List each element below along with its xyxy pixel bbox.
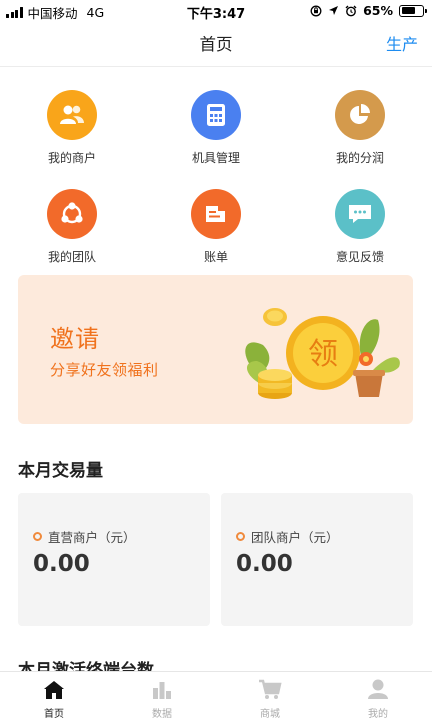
grid-item-team[interactable]: 我的团队 (0, 189, 144, 269)
card-label-text-team: 团队商户（元） (251, 530, 339, 545)
battery-fill (401, 7, 415, 14)
battery-percent: 65% (363, 3, 393, 18)
grid-label-merchants: 我的商户 (47, 151, 96, 165)
card-label-direct: 直营商户（元） (33, 527, 136, 546)
status-bar: 中国移动 4G 下午3:47 65% (0, 0, 432, 22)
grid-label-team: 我的团队 (47, 250, 96, 264)
coin-text: 领 (308, 337, 338, 372)
user-icon (324, 672, 432, 700)
rotation-lock-icon (310, 5, 322, 16)
banner-title: 邀请 (50, 325, 100, 353)
tab-label-mine: 我的 (368, 709, 388, 720)
grid-item-merchants[interactable]: 我的商户 (0, 90, 144, 170)
tab-label-home: 首页 (44, 709, 64, 720)
cart-icon (216, 672, 324, 700)
grid-label-terminals: 机具管理 (191, 151, 240, 165)
nav-bar: 首页 生产 (0, 22, 432, 62)
grid-item-terminals[interactable]: 机具管理 (144, 90, 288, 170)
card-value-team: 0.00 (236, 551, 293, 577)
status-right: 65% (310, 3, 427, 18)
calculator-icon (191, 90, 241, 140)
screen: 中国移动 4G 下午3:47 65% 首页 生产 我的商户 机具管理 我的分润 … (0, 0, 432, 720)
tab-data[interactable]: 数据 (108, 672, 216, 720)
pie-chart-icon (335, 90, 385, 140)
production-button[interactable]: 生产 (386, 31, 418, 55)
invite-banner[interactable]: 邀请 分享好友领福利 领 (18, 275, 413, 424)
merchants-icon (47, 90, 97, 140)
home-icon (0, 672, 108, 700)
tab-mall[interactable]: 商城 (216, 672, 324, 720)
banner-subtitle: 分享好友领福利 (50, 361, 159, 379)
grid-label-feedback: 意见反馈 (335, 250, 384, 264)
bar-chart-icon (108, 672, 216, 700)
grid-label-profit: 我的分润 (335, 151, 384, 165)
team-icon (47, 189, 97, 239)
battery-icon (399, 4, 427, 17)
section-title-monthly-volume: 本月交易量 (18, 461, 103, 481)
card-direct-merchants[interactable]: 直营商户（元） 0.00 (18, 493, 210, 626)
tab-home[interactable]: 首页 (0, 672, 108, 720)
coin-reward-illustration: 领 (245, 308, 400, 399)
page-title: 首页 (199, 35, 233, 54)
tab-bar: 首页 数据 商城 我的 (0, 671, 432, 720)
grid-item-feedback[interactable]: 意见反馈 (288, 189, 432, 269)
card-label-team: 团队商户（元） (236, 527, 339, 546)
tab-label-data: 数据 (152, 709, 172, 720)
card-team-merchants[interactable]: 团队商户（元） 0.00 (221, 493, 413, 626)
grid-item-profit[interactable]: 我的分润 (288, 90, 432, 170)
card-value-direct: 0.00 (33, 551, 90, 577)
grid-item-bill[interactable]: 账单 (144, 189, 288, 269)
bill-icon (191, 189, 241, 239)
tab-mine[interactable]: 我的 (324, 672, 432, 720)
grid-label-bill: 账单 (203, 250, 228, 264)
tab-label-mall: 商城 (260, 709, 280, 720)
chat-icon (335, 189, 385, 239)
nav-divider (0, 66, 432, 67)
bullet-dot-icon (33, 532, 42, 541)
location-icon (329, 6, 339, 15)
bullet-dot-icon (236, 532, 245, 541)
alarm-icon (345, 5, 357, 16)
card-label-text-direct: 直营商户（元） (48, 530, 136, 545)
